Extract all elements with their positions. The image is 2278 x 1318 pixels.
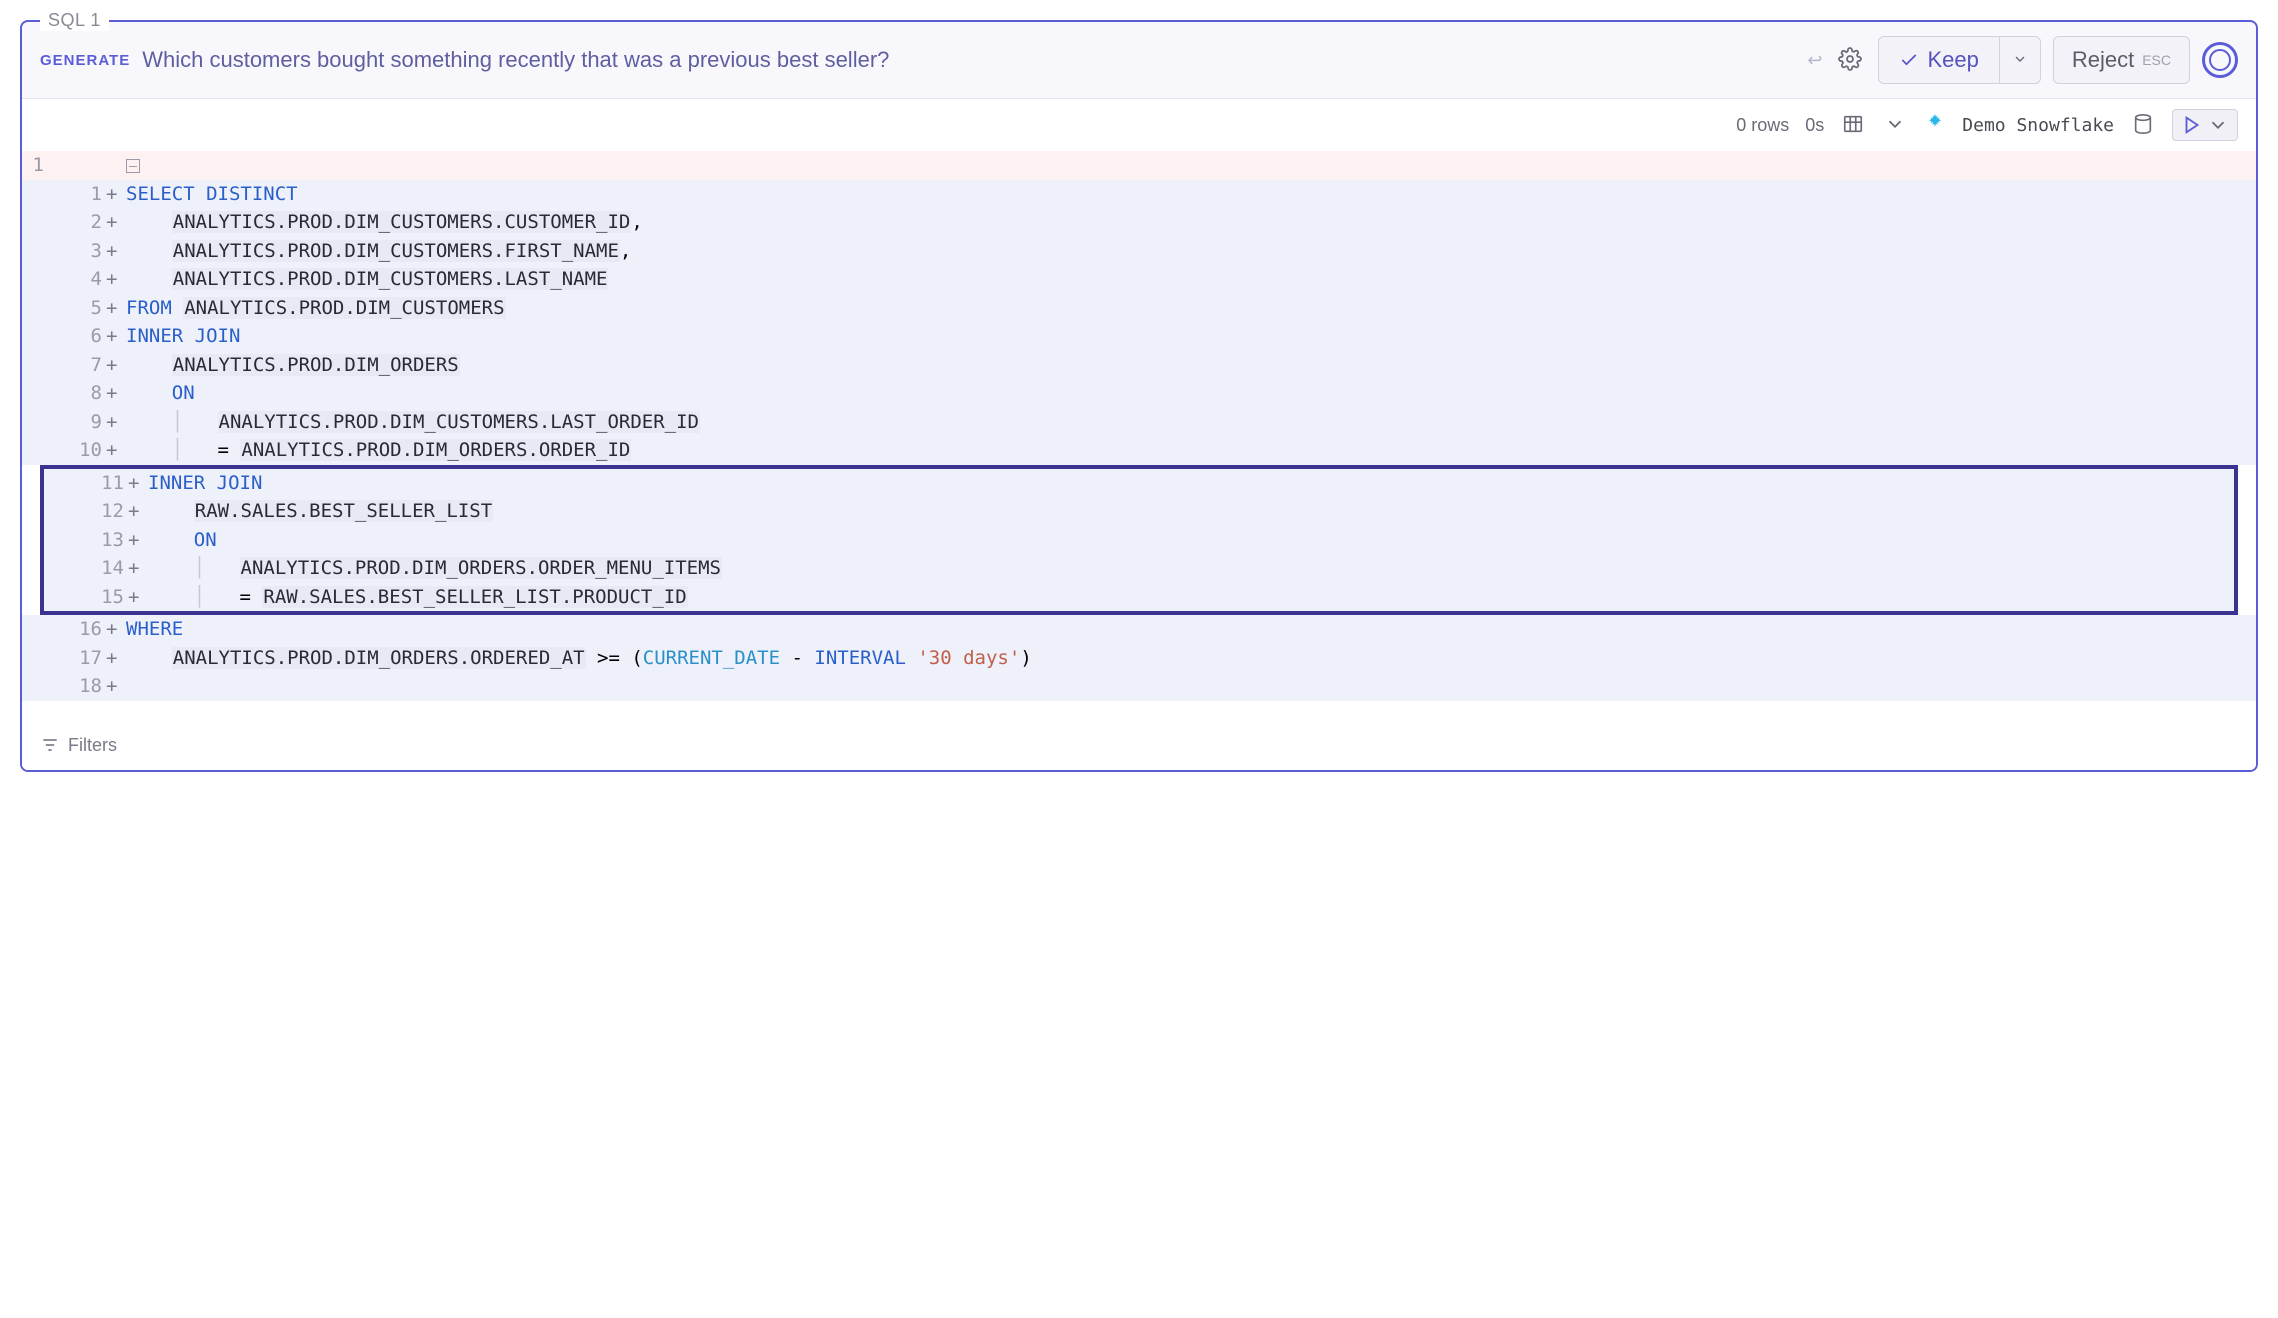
play-icon: [2181, 114, 2203, 136]
code-line[interactable]: 14+ │ ANALYTICS.PROD.DIM_ORDERS.ORDER_ME…: [44, 554, 2234, 583]
enter-icon: ↩: [1807, 50, 1822, 71]
code-line[interactable]: 3+ ANALYTICS.PROD.DIM_CUSTOMERS.FIRST_NA…: [22, 237, 2256, 266]
gear-icon: [1838, 47, 1862, 71]
code-editor[interactable]: 11+SELECT DISTINCT2+ ANALYTICS.PROD.DIM_…: [22, 151, 2256, 721]
code-line[interactable]: 8+ ON: [22, 379, 2256, 408]
row-count: 0 rows: [1736, 115, 1789, 136]
code-line[interactable]: 5+FROM ANALYTICS.PROD.DIM_CUSTOMERS: [22, 294, 2256, 323]
database-icon: [2132, 113, 2154, 135]
reject-hint: ESC: [2142, 52, 2171, 68]
generate-toolbar: GENERATE ↩ Keep Reject ESC: [22, 22, 2256, 99]
code-line[interactable]: 1: [22, 151, 2256, 180]
ai-logo-button[interactable]: [2202, 42, 2238, 78]
snowflake-icon: [1924, 112, 1946, 139]
settings-button[interactable]: [1834, 43, 1866, 78]
code-line[interactable]: 6+INNER JOIN: [22, 322, 2256, 351]
code-line[interactable]: 7+ ANALYTICS.PROD.DIM_ORDERS: [22, 351, 2256, 380]
code-line[interactable]: 18+: [22, 672, 2256, 701]
run-button[interactable]: [2172, 109, 2238, 141]
code-line[interactable]: 2+ ANALYTICS.PROD.DIM_CUSTOMERS.CUSTOMER…: [22, 208, 2256, 237]
chevron-down-icon: [1884, 113, 1906, 135]
code-line[interactable]: 17+ ANALYTICS.PROD.DIM_ORDERS.ORDERED_AT…: [22, 644, 2256, 673]
exec-time: 0s: [1805, 115, 1824, 136]
chevron-down-icon: [2207, 114, 2229, 136]
code-line[interactable]: 12+ RAW.SALES.BEST_SELLER_LIST: [44, 497, 2234, 526]
code-line[interactable]: 10+ │ = ANALYTICS.PROD.DIM_ORDERS.ORDER_…: [22, 436, 2256, 465]
table-icon: [1842, 113, 1864, 135]
code-line[interactable]: 13+ ON: [44, 526, 2234, 555]
check-icon: [1899, 50, 1919, 70]
code-line[interactable]: 1+SELECT DISTINCT: [22, 180, 2256, 209]
keep-dropdown-button[interactable]: [2000, 36, 2041, 84]
datasource-select-button[interactable]: [2130, 111, 2156, 140]
footer: Filters: [22, 721, 2256, 770]
reject-label: Reject: [2072, 47, 2134, 73]
code-line[interactable]: 16+WHERE: [22, 615, 2256, 644]
reject-button[interactable]: Reject ESC: [2053, 36, 2190, 84]
datasource-label[interactable]: Demo Snowflake: [1962, 115, 2114, 136]
cell-tab-label: SQL 1: [40, 10, 109, 31]
generate-label: GENERATE: [40, 52, 130, 69]
sql-cell: SQL 1 GENERATE ↩ Keep Reject ESC 0 rows …: [20, 20, 2258, 772]
keep-label: Keep: [1927, 47, 1978, 73]
code-line[interactable]: 11+INNER JOIN: [44, 469, 2234, 498]
filter-icon: [40, 735, 60, 755]
chevron-down-icon: [2012, 51, 2028, 67]
table-view-button[interactable]: [1840, 111, 1866, 140]
code-line[interactable]: 4+ ANALYTICS.PROD.DIM_CUSTOMERS.LAST_NAM…: [22, 265, 2256, 294]
keep-button[interactable]: Keep: [1878, 36, 1999, 84]
code-line[interactable]: 15+ │ = RAW.SALES.BEST_SELLER_LIST.PRODU…: [44, 583, 2234, 612]
code-line[interactable]: 9+ │ ANALYTICS.PROD.DIM_CUSTOMERS.LAST_O…: [22, 408, 2256, 437]
filters-label[interactable]: Filters: [68, 735, 117, 756]
highlighted-region: 11+INNER JOIN12+ RAW.SALES.BEST_SELLER_L…: [40, 465, 2238, 616]
status-bar: 0 rows 0s Demo Snowflake: [22, 99, 2256, 151]
table-view-dropdown[interactable]: [1882, 111, 1908, 140]
prompt-input[interactable]: [142, 47, 1795, 73]
